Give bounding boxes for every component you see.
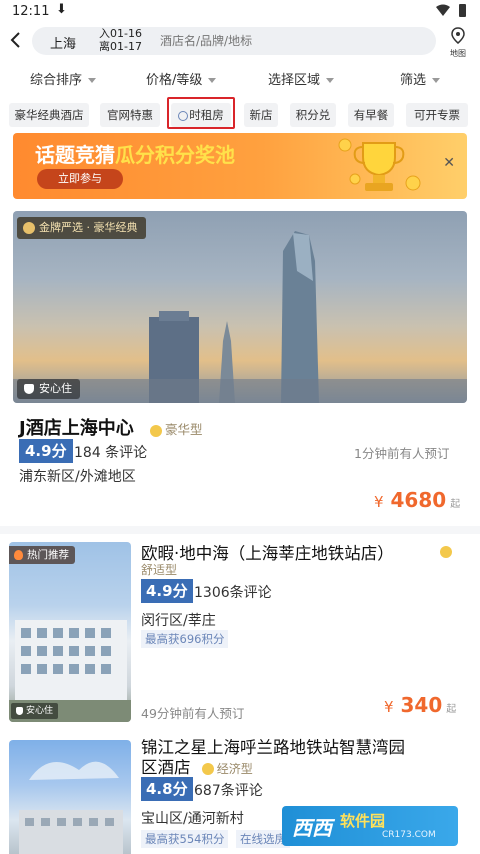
battery-icon: [459, 4, 466, 17]
filter-more[interactable]: 筛选: [400, 69, 441, 88]
map-pin-icon: [451, 27, 465, 44]
close-icon[interactable]: ✕: [443, 155, 455, 171]
safe-stay-badge: 安心住: [11, 703, 59, 719]
hotel-photo[interactable]: 热门推荐 安心住: [9, 542, 131, 722]
hotel-type: 经济型: [216, 762, 253, 776]
filter-sort-label: 综合排序: [30, 73, 83, 88]
hotel-name[interactable]: J酒店上海中心: [19, 414, 134, 440]
filter-price-label: 价格/等级: [146, 73, 203, 88]
hotel-name-line1: 锦江之星上海呼兰路地铁站智慧湾园: [141, 738, 405, 757]
building-illustration: [19, 761, 123, 854]
hot-badge: 热门推荐: [9, 546, 75, 564]
map-button[interactable]: 地图: [444, 27, 472, 58]
checkin-date: 入01-16: [99, 27, 142, 40]
promo-banner[interactable]: 话题竞猜瓜分积分奖池 立即参与 ✕: [13, 133, 467, 199]
trophy-icon: [338, 138, 421, 191]
recent-booking: 1分钟前有人预订: [354, 446, 450, 461]
tag-luxury[interactable]: 豪华经典酒店: [9, 103, 89, 127]
filter-more-label: 筛选: [400, 73, 427, 88]
chevron-left-icon: [10, 32, 20, 48]
price-symbol: ¥: [384, 698, 394, 716]
status-time: 12:11: [12, 4, 50, 19]
price-suffix: 起: [450, 499, 461, 510]
price-symbol: ¥: [374, 493, 384, 511]
banner-title-a: 话题竞猜: [35, 143, 115, 167]
hotel-photo[interactable]: [9, 740, 131, 854]
points-badge: 最高获696积分: [141, 630, 229, 648]
banner-title: 话题竞猜瓜分积分奖池: [35, 139, 235, 168]
score-badge: 4.9分: [141, 579, 193, 603]
watermark-logo: 西西 软件园 CR173.COM: [282, 806, 458, 846]
watermark-domain: CR173.COM: [382, 830, 436, 840]
type-icon: [150, 424, 162, 437]
divider: [0, 526, 480, 534]
hotel-name-line2-text: 区酒店: [141, 758, 191, 777]
safe-stay-badge: 安心住: [17, 379, 80, 399]
filter-sort[interactable]: 综合排序: [30, 69, 97, 88]
hotel-area: 闵行区/莘庄: [141, 613, 216, 629]
watermark-brand: 西西: [292, 816, 332, 840]
hotel-type: 豪华型: [150, 419, 203, 438]
filter-price[interactable]: 价格/等级: [146, 69, 217, 88]
hotel-photo[interactable]: 金牌严选 · 豪华经典 安心住: [13, 211, 467, 403]
tag-official-deal[interactable]: 官网特惠: [100, 103, 160, 127]
review-count[interactable]: 687条评论: [194, 780, 263, 800]
price-value: 4680: [390, 488, 447, 512]
caret-down-icon: [326, 78, 335, 83]
price-value: 340: [400, 693, 443, 717]
download-icon: ⬇: [56, 2, 67, 17]
date-selector[interactable]: 入01-16 离01-17: [99, 27, 142, 53]
back-button[interactable]: [8, 30, 28, 54]
skyline-illustration: [13, 231, 467, 403]
gold-badge: 金牌严选 · 豪华经典: [17, 217, 146, 239]
filter-area[interactable]: 选择区域: [268, 69, 335, 88]
hotel-type-label: 豪华型: [165, 422, 203, 437]
filter-area-label: 选择区域: [268, 73, 321, 88]
type-icon: [440, 546, 452, 558]
hotel-name-line2: 区酒店 经济型: [141, 758, 471, 779]
hotel-name[interactable]: 锦江之星上海呼兰路地铁站智慧湾园 区酒店 经济型: [141, 738, 471, 779]
tag-breakfast[interactable]: 有早餐: [348, 103, 394, 127]
search-input[interactable]: [160, 32, 360, 50]
score-badge: 4.9分: [19, 439, 73, 463]
hotel-price[interactable]: ¥ 4680 起: [374, 488, 460, 512]
review-count[interactable]: 184 条评论: [74, 442, 147, 462]
checkout-date: 离01-17: [99, 40, 142, 53]
wifi-icon: [436, 4, 450, 16]
building-illustration: [9, 620, 131, 722]
price-suffix: 起: [446, 704, 457, 715]
watermark-text: 软件园: [340, 812, 386, 830]
caret-down-icon: [88, 78, 97, 83]
highlight-box: [167, 97, 235, 129]
review-count[interactable]: 1306条评论: [194, 582, 272, 602]
caret-down-icon: [208, 78, 217, 83]
tag-points-redeem[interactable]: 积分兑: [290, 103, 336, 127]
caret-down-icon: [432, 78, 441, 83]
city-selector[interactable]: 上海: [50, 33, 76, 52]
tag-invoice[interactable]: 可开专票: [406, 103, 468, 127]
hotel-name[interactable]: 欧暇·地中海（上海莘庄地铁站店）: [141, 540, 394, 564]
hotel-area: 宝山区/通河新村: [141, 811, 244, 827]
points-badge: 最高获554积分: [141, 830, 229, 848]
tag-new-store[interactable]: 新店: [244, 103, 278, 127]
status-bar: 12:11 ⬇: [0, 0, 480, 24]
hotel-type: 舒适型: [141, 563, 178, 577]
join-button[interactable]: 立即参与: [37, 169, 123, 189]
hotel-area: 浦东新区/外滩地区: [19, 469, 136, 485]
hotel-price[interactable]: ¥ 340 起: [384, 693, 456, 717]
search-bar[interactable]: 上海 入01-16 离01-17: [32, 27, 436, 55]
banner-title-b: 瓜分积分奖池: [115, 143, 235, 167]
recent-booking: 49分钟前有人预订: [141, 706, 245, 721]
score-badge: 4.8分: [141, 777, 193, 801]
type-icon: [201, 762, 214, 775]
map-label: 地图: [450, 49, 466, 58]
filter-bar: 综合排序 价格/等级 选择区域 筛选: [0, 64, 480, 90]
